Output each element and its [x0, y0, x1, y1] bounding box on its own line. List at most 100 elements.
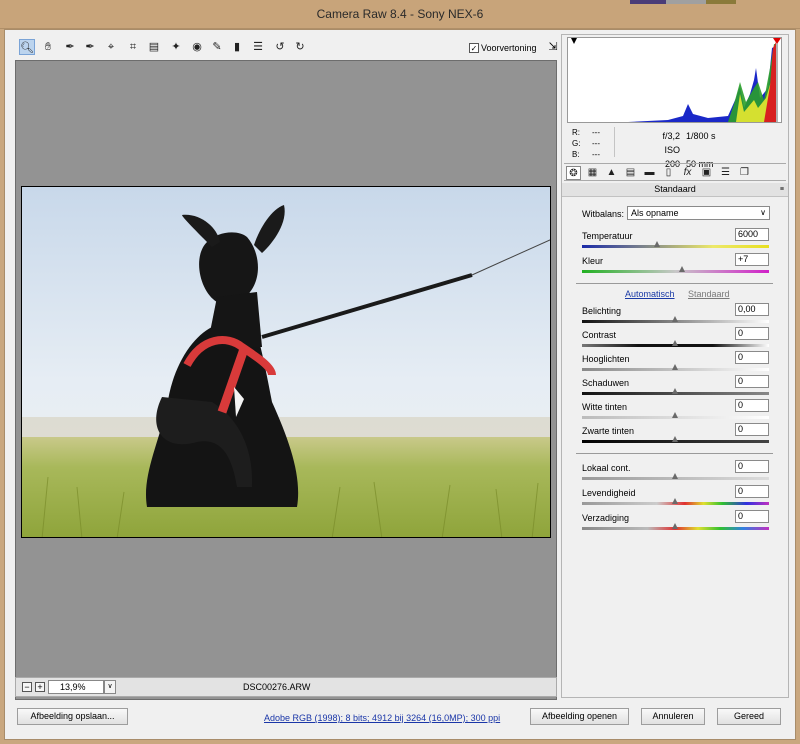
tint-label: Kleur	[582, 256, 604, 266]
highlights-label: Hooglichten	[582, 354, 630, 364]
shadows-field[interactable]: 0	[735, 375, 769, 388]
camera-raw-dialog: 🔍︎ ✋︎ ✒ ✒ ⌖ ⌗ ▤ ✦ ◉ ✎ ▮ ☰ ↺ ↻ ✓ Voorvert…	[4, 29, 796, 740]
exposure-slider-thumb[interactable]	[672, 316, 679, 322]
white-balance-select[interactable]: Als opname ∨	[627, 206, 770, 220]
hsl-tab-icon[interactable]: ▤	[623, 166, 638, 180]
temperature-slider[interactable]	[582, 245, 769, 248]
fullscreen-icon[interactable]: ⇲	[546, 40, 560, 54]
divider	[614, 127, 615, 157]
vibrance-field[interactable]: 0	[735, 485, 769, 498]
shadows-label: Schaduwen	[582, 378, 630, 388]
preview-image	[21, 186, 551, 538]
open-image-button[interactable]: Afbeelding openen	[530, 708, 629, 725]
rotate-left-icon[interactable]: ↺	[272, 39, 288, 55]
shutter-speed: 1/800 s	[686, 131, 716, 141]
default-link[interactable]: Standaard	[688, 289, 730, 299]
b-value: ---	[592, 150, 600, 159]
save-image-button[interactable]: Afbeelding opslaan...	[17, 708, 128, 725]
file-name: DSC00276.ARW	[243, 682, 311, 692]
panel-title: Standaard	[654, 184, 696, 194]
temperature-field[interactable]: 6000	[735, 228, 769, 241]
vibrance-slider-thumb[interactable]	[672, 498, 679, 504]
color-sampler-icon[interactable]: ✒	[82, 39, 98, 55]
graduated-filter-icon[interactable]: ▮	[229, 39, 245, 55]
whites-slider-thumb[interactable]	[672, 412, 679, 418]
exposure-label: Belichting	[582, 306, 622, 316]
temperature-slider-thumb[interactable]	[654, 241, 661, 247]
saturation-slider-thumb[interactable]	[672, 523, 679, 529]
divider	[576, 453, 773, 454]
dog-photo	[22, 187, 550, 537]
vibrance-label: Levendigheid	[582, 488, 636, 498]
spot-removal-icon[interactable]: ✦	[168, 39, 184, 55]
tone-curve-tab-icon[interactable]: ▦	[585, 166, 600, 180]
tint-slider[interactable]	[582, 270, 769, 273]
crop-tool-icon[interactable]: ⌗	[125, 39, 141, 55]
blacks-label: Zwarte tinten	[582, 426, 635, 436]
lens-tab-icon[interactable]: ▯	[661, 166, 676, 180]
blacks-field[interactable]: 0	[735, 423, 769, 436]
workflow-options-link[interactable]: Adobe RGB (1998); 8 bits; 4912 bij 3264 …	[264, 713, 500, 723]
contrast-label: Contrast	[582, 330, 617, 340]
clarity-field[interactable]: 0	[735, 460, 769, 473]
adjustment-brush-icon[interactable]: ✎	[209, 39, 225, 55]
zoom-level-field[interactable]: 13,9%	[48, 680, 104, 694]
g-label: G:	[572, 139, 581, 148]
zoom-in-button[interactable]: +	[35, 682, 45, 692]
effects-tab-icon[interactable]: fx	[680, 166, 695, 180]
taskbar-decoration	[600, 0, 800, 4]
zoom-tool-icon[interactable]: 🔍︎	[19, 39, 35, 55]
detail-tab-icon[interactable]: ▲	[604, 166, 619, 180]
hand-tool-icon[interactable]: ✋︎	[40, 39, 56, 55]
blacks-slider-thumb[interactable]	[672, 436, 679, 442]
snapshots-tab-icon[interactable]: ❐	[737, 166, 752, 180]
presets-tab-icon[interactable]: ☰	[718, 166, 733, 180]
shadows-slider-thumb[interactable]	[672, 388, 679, 394]
contrast-field[interactable]: 0	[735, 327, 769, 340]
image-canvas[interactable]	[15, 60, 557, 700]
contrast-slider-thumb[interactable]	[672, 340, 679, 346]
auto-link[interactable]: Automatisch	[625, 289, 675, 299]
panel-tabs: ❂ ▦ ▲ ▤ ▬ ▯ fx ▣ ☰ ❐	[564, 163, 786, 181]
chevron-down-icon[interactable]: ∨	[104, 680, 116, 694]
saturation-label: Verzadiging	[582, 513, 630, 523]
basic-tab-icon[interactable]: ❂	[566, 166, 581, 180]
histogram-graph	[568, 38, 781, 122]
panel-menu-icon[interactable]: ≡	[780, 183, 784, 196]
panel-header: Standaard ≡	[562, 183, 788, 197]
preview-label: Voorvertoning	[481, 43, 537, 53]
preview-checkbox[interactable]: ✓	[469, 43, 479, 53]
zoom-out-button[interactable]: −	[22, 682, 32, 692]
highlights-field[interactable]: 0	[735, 351, 769, 364]
white-balance-label: Witbalans:	[582, 209, 625, 219]
status-bar: − + 13,9% ∨ DSC00276.ARW	[15, 677, 557, 697]
red-eye-removal-icon[interactable]: ◉	[189, 39, 205, 55]
white-balance-value: Als opname	[631, 208, 679, 218]
clarity-label: Lokaal cont.	[582, 463, 631, 473]
cancel-button[interactable]: Annuleren	[641, 708, 705, 725]
straighten-tool-icon[interactable]: ▤	[146, 39, 162, 55]
tint-slider-thumb[interactable]	[679, 266, 686, 272]
rotate-right-icon[interactable]: ↻	[292, 39, 308, 55]
aperture: f/3,2	[662, 131, 680, 141]
clarity-slider-thumb[interactable]	[672, 473, 679, 479]
exposure-field[interactable]: 0,00	[735, 303, 769, 316]
done-button[interactable]: Gereed	[717, 708, 781, 725]
targeted-adjustment-icon[interactable]: ⌖	[103, 39, 119, 55]
tint-field[interactable]: +7	[735, 253, 769, 266]
camera-calibration-tab-icon[interactable]: ▣	[699, 166, 714, 180]
temperature-label: Temperatuur	[582, 231, 633, 241]
white-balance-tool-icon[interactable]: ✒	[62, 39, 78, 55]
chevron-down-icon: ∨	[760, 208, 766, 217]
saturation-field[interactable]: 0	[735, 510, 769, 523]
title-bar: Camera Raw 8.4 - Sony NEX-6	[0, 0, 800, 29]
window-title: Camera Raw 8.4 - Sony NEX-6	[316, 7, 484, 21]
radial-filter-icon[interactable]: ☰	[250, 39, 266, 55]
toolbar: 🔍︎ ✋︎ ✒ ✒ ⌖ ⌗ ▤ ✦ ◉ ✎ ▮ ☰ ↺ ↻ ✓ Voorvert…	[15, 34, 560, 60]
split-toning-tab-icon[interactable]: ▬	[642, 166, 657, 180]
rgb-readout: R: --- G: --- B: ---	[572, 127, 612, 160]
whites-field[interactable]: 0	[735, 399, 769, 412]
highlights-slider-thumb[interactable]	[672, 364, 679, 370]
r-label: R:	[572, 128, 580, 137]
whites-label: Witte tinten	[582, 402, 628, 412]
